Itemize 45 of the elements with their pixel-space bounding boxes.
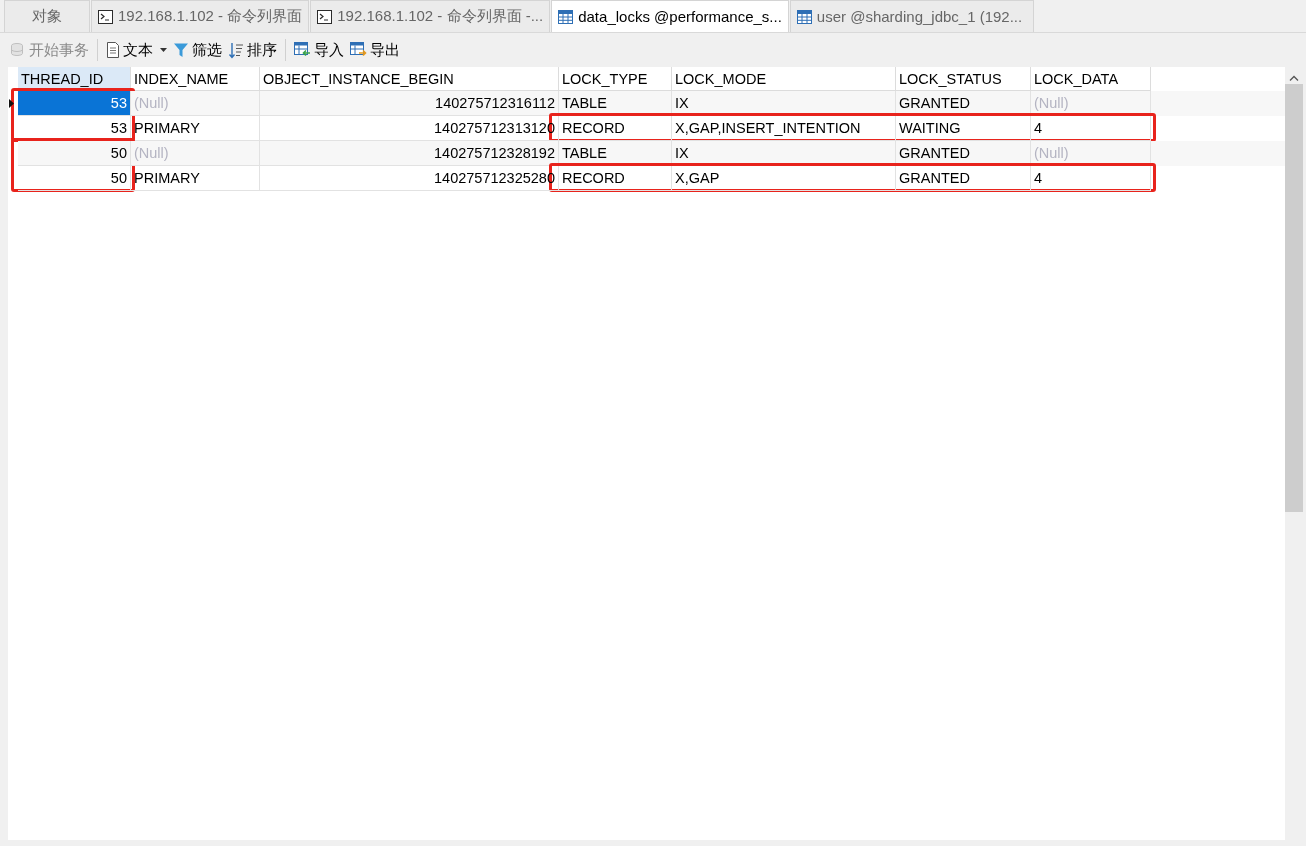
table-icon	[558, 9, 574, 24]
table-cell[interactable]: GRANTED	[896, 141, 1031, 166]
table-cell[interactable]: X,GAP	[672, 166, 896, 191]
toolbar-button[interactable]: 文本	[104, 38, 169, 62]
tab[interactable]: 192.168.1.102 - 命令列界面 -...	[310, 0, 551, 32]
table-cell[interactable]: 53	[18, 91, 131, 116]
table-cell[interactable]: IX	[672, 141, 896, 166]
table-cell[interactable]: IX	[672, 91, 896, 116]
sort-icon	[228, 41, 244, 59]
table-cell[interactable]: 140275712316112	[260, 91, 559, 116]
table-cell[interactable]: GRANTED	[896, 166, 1031, 191]
tab-label: 192.168.1.102 - 命令列界面	[118, 7, 303, 26]
table-cell[interactable]: TABLE	[559, 91, 672, 116]
table-export-icon	[350, 42, 367, 58]
table-import-icon	[294, 42, 311, 58]
table-cell[interactable]: TABLE	[559, 141, 672, 166]
tab[interactable]: user @sharding_jdbc_1 (192...	[789, 0, 1034, 32]
caret-icon	[160, 48, 167, 52]
tab[interactable]: 对象	[4, 0, 90, 32]
toolbar-button[interactable]: 排序	[226, 38, 279, 62]
toolbar-button[interactable]: 导出	[348, 38, 402, 62]
document-icon	[106, 42, 120, 58]
funnel-icon	[173, 42, 189, 58]
table-cell[interactable]: GRANTED	[896, 91, 1031, 116]
table-cell[interactable]: 140275712328192	[260, 141, 559, 166]
tab-label: user @sharding_jdbc_1 (192...	[816, 8, 1023, 25]
scrollbar-thumb[interactable]	[1285, 84, 1303, 512]
table-row[interactable]: 50 (Null) 140275712328192 TABLE IX GRANTED (Null)	[18, 141, 1285, 166]
table-icon	[796, 9, 812, 24]
table-cell[interactable]: 4	[1031, 166, 1151, 191]
terminal-icon	[317, 9, 333, 24]
table-cell[interactable]: 50	[18, 141, 131, 166]
column-header[interactable]: THREAD_ID	[18, 67, 131, 91]
tab-label: data_locks @performance_s...	[578, 8, 782, 25]
tab-label: 192.168.1.102 - 命令列界面 -...	[337, 7, 544, 26]
terminal-icon	[98, 9, 113, 24]
toolbar-button[interactable]: 导入	[292, 38, 346, 62]
toolbar-button[interactable]: 筛选	[171, 38, 224, 62]
table-cell[interactable]: 50	[18, 166, 131, 191]
database-icon	[10, 42, 26, 58]
scroll-up-icon[interactable]	[1289, 75, 1299, 81]
table-cell[interactable]: RECORD	[559, 166, 672, 191]
tab[interactable]: 192.168.1.102 - 命令列界面	[91, 0, 310, 32]
table-cell[interactable]: PRIMARY	[131, 166, 260, 191]
tab[interactable]: data_locks @performance_s...	[551, 0, 789, 32]
